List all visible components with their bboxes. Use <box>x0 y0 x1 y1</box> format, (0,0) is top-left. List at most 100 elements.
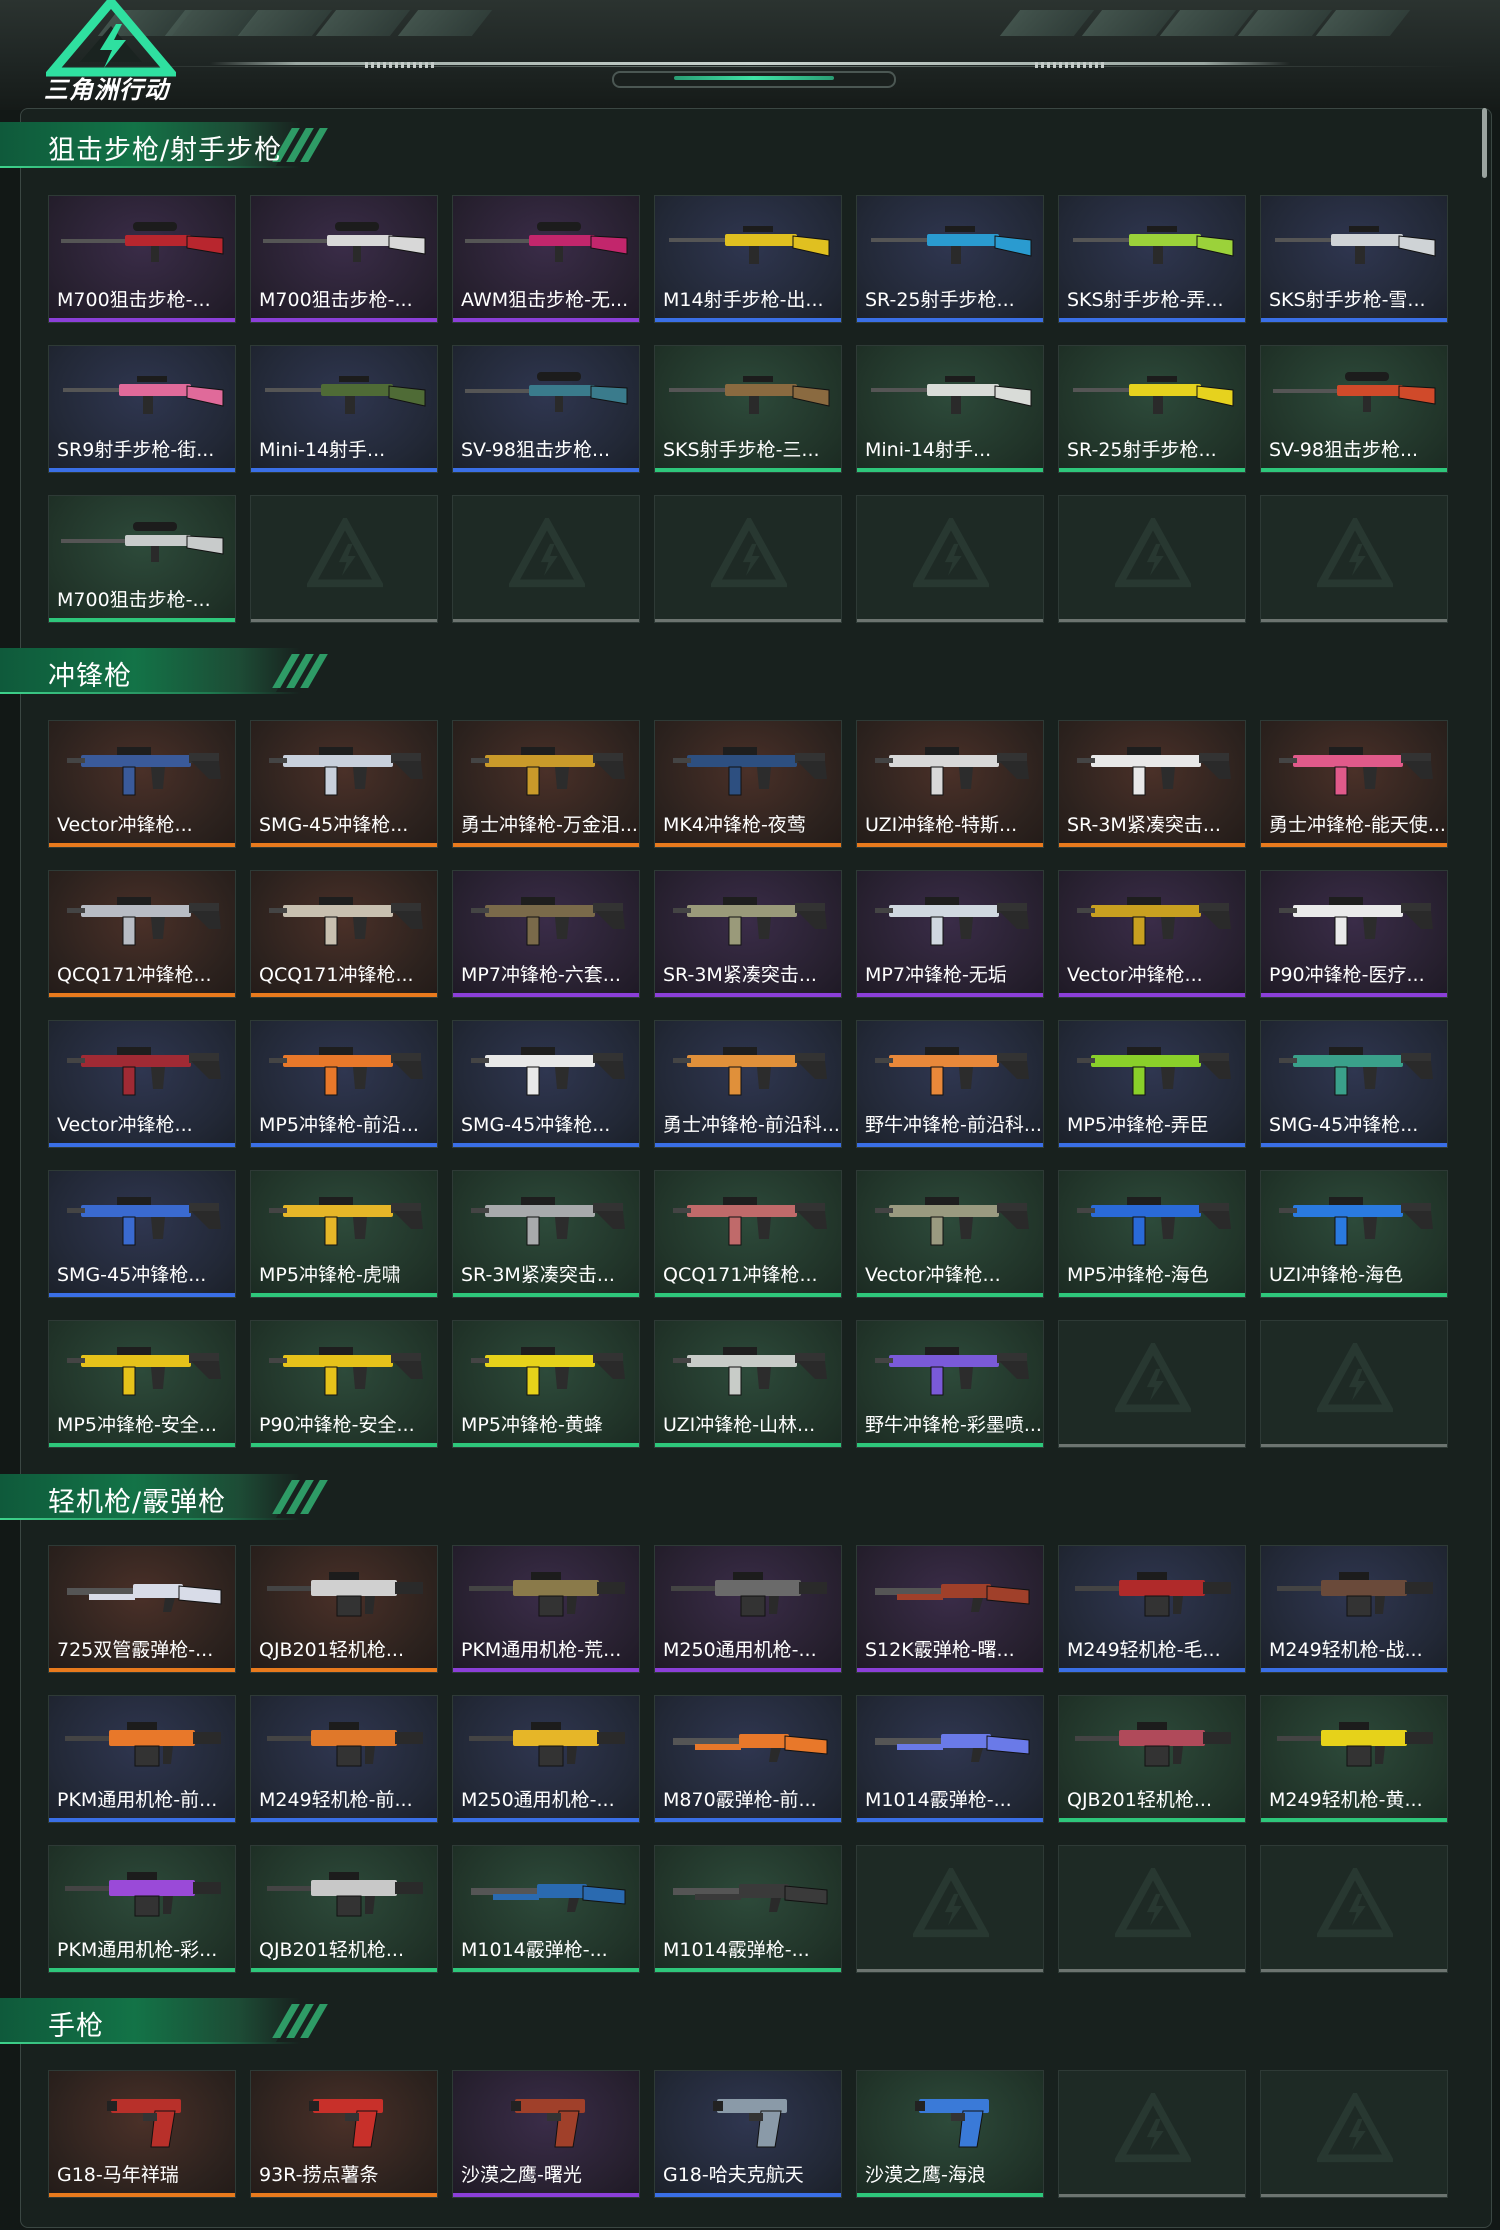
rarity-bar <box>655 1143 841 1147</box>
weapon-skin-card[interactable]: M250通用机枪-... <box>452 1695 640 1823</box>
weapon-skin-card[interactable]: SR-25射手步枪... <box>856 195 1044 323</box>
weapon-skin-card[interactable]: 勇士冲锋枪-能天使... <box>1260 720 1448 848</box>
weapon-skin-card[interactable]: MP5冲锋枪-安全... <box>48 1320 236 1448</box>
weapon-skin-card[interactable]: AWM狙击步枪-无... <box>452 195 640 323</box>
weapon-skin-card[interactable]: G18-马年祥瑞 <box>48 2070 236 2198</box>
weapon-skin-card[interactable]: Vector冲锋枪... <box>856 1170 1044 1298</box>
rarity-bar <box>655 2193 841 2197</box>
weapon-skin-card[interactable]: M1014霰弹枪-... <box>452 1845 640 1973</box>
marksman-rifle-icon <box>1275 226 1436 264</box>
weapon-skin-card[interactable]: QJB201轻机枪... <box>250 1845 438 1973</box>
weapon-skin-card[interactable]: SMG-45冲锋枪... <box>48 1170 236 1298</box>
rarity-bar <box>49 1818 235 1822</box>
weapon-skin-card[interactable]: 勇士冲锋枪-万金泪... <box>452 720 640 848</box>
weapon-skin-card[interactable]: Vector冲锋枪... <box>1058 870 1246 998</box>
weapon-skin-card[interactable]: PKM通用机枪-彩... <box>48 1845 236 1973</box>
weapon-skin-card[interactable]: QJB201轻机枪... <box>250 1545 438 1673</box>
weapon-skin-card[interactable]: Vector冲锋枪... <box>48 720 236 848</box>
weapon-skin-card[interactable]: SR9射手步枪-街... <box>48 345 236 473</box>
rarity-bar <box>655 1968 841 1972</box>
weapon-skin-name: SMG-45冲锋枪... <box>461 1114 611 1136</box>
weapon-skin-card[interactable]: S12K霰弹枪-曙... <box>856 1545 1044 1673</box>
weapon-skin-card[interactable]: M700狙击步枪-... <box>250 195 438 323</box>
weapon-skin-card[interactable]: M249轻机枪-毛... <box>1058 1545 1246 1673</box>
weapon-skin-name: PKM通用机枪-荒... <box>461 1639 622 1661</box>
weapon-skin-card[interactable]: 野牛冲锋枪-彩墨喷... <box>856 1320 1044 1448</box>
weapon-skin-card[interactable]: 725双管霰弹枪-... <box>48 1545 236 1673</box>
weapon-skin-card[interactable]: MP5冲锋枪-弄臣 <box>1058 1020 1246 1148</box>
weapon-skin-name: MP5冲锋枪-安全... <box>57 1414 217 1436</box>
weapon-skin-card[interactable]: 93R-捞点薯条 <box>250 2070 438 2198</box>
weapon-skin-name: M1014霰弹枪-... <box>663 1939 810 1961</box>
weapon-skin-card[interactable]: MP7冲锋枪-无垢 <box>856 870 1044 998</box>
sniper-rifle-icon <box>465 372 628 412</box>
weapon-skin-card[interactable]: M14射手步枪-出... <box>654 195 842 323</box>
weapon-skin-card[interactable]: 勇士冲锋枪-前沿科... <box>654 1020 842 1148</box>
weapon-skin-card[interactable]: M870霰弹枪-前... <box>654 1695 842 1823</box>
weapon-skin-card[interactable]: M249轻机枪-战... <box>1260 1545 1448 1673</box>
weapon-skin-card[interactable]: MK4冲锋枪-夜莺 <box>654 720 842 848</box>
smg-icon <box>1279 747 1433 796</box>
weapon-skin-card[interactable]: P90冲锋枪-医疗... <box>1260 870 1448 998</box>
rarity-bar <box>655 619 841 622</box>
weapon-skin-card[interactable]: SR-25射手步枪... <box>1058 345 1246 473</box>
weapon-skin-card[interactable]: SR-3M紧凑突击... <box>452 1170 640 1298</box>
weapon-skin-card[interactable]: SKS射手步枪-雪... <box>1260 195 1448 323</box>
weapon-skin-card[interactable]: M1014霰弹枪-... <box>654 1845 842 1973</box>
weapon-skin-card[interactable]: M1014霰弹枪-... <box>856 1695 1044 1823</box>
weapon-skin-card[interactable]: 沙漠之鹰-曙光 <box>452 2070 640 2198</box>
weapon-skin-card[interactable]: M249轻机枪-黄... <box>1260 1695 1448 1823</box>
weapon-skin-name: PKM通用机枪-彩... <box>57 1939 218 1961</box>
weapon-skin-name: MP5冲锋枪-前沿... <box>259 1114 419 1136</box>
weapon-skin-card[interactable]: M250通用机枪-... <box>654 1545 842 1673</box>
scrollbar-thumb[interactable] <box>1482 108 1487 178</box>
weapon-skin-card[interactable]: MP5冲锋枪-虎啸 <box>250 1170 438 1298</box>
weapon-skin-card[interactable]: QJB201轻机枪... <box>1058 1695 1246 1823</box>
weapon-skin-card[interactable]: M700狙击步枪-... <box>48 195 236 323</box>
weapon-skin-card[interactable]: MP5冲锋枪-黄蜂 <box>452 1320 640 1448</box>
weapon-skin-card[interactable]: SV-98狙击步枪... <box>1260 345 1448 473</box>
weapon-skin-card[interactable]: PKM通用机枪-前... <box>48 1695 236 1823</box>
weapon-skin-card[interactable]: SKS射手步枪-弄... <box>1058 195 1246 323</box>
weapon-skin-name: UZI冲锋枪-海色 <box>1269 1264 1404 1286</box>
weapon-skin-card[interactable]: SMG-45冲锋枪... <box>1260 1020 1448 1148</box>
pistol-icon <box>915 2099 989 2148</box>
rarity-bar <box>1059 2194 1245 2197</box>
weapon-skin-card[interactable]: SR-3M紧凑突击... <box>654 870 842 998</box>
weapon-skin-card[interactable]: M700狙击步枪-... <box>48 495 236 623</box>
weapon-skin-card[interactable]: QCQ171冲锋枪... <box>250 870 438 998</box>
weapon-skin-card[interactable]: G18-哈夫克航天 <box>654 2070 842 2198</box>
section-header: 冲锋枪 <box>0 648 330 696</box>
placeholder-logo-icon <box>1317 518 1393 588</box>
weapon-skin-name: Vector冲锋枪... <box>865 1264 1001 1286</box>
placeholder-logo-icon <box>1115 2093 1191 2163</box>
weapon-skin-card[interactable]: UZI冲锋枪-山林... <box>654 1320 842 1448</box>
weapon-skin-name: MP5冲锋枪-弄臣 <box>1067 1114 1209 1136</box>
weapon-skin-card[interactable]: P90冲锋枪-安全... <box>250 1320 438 1448</box>
weapon-skin-card[interactable]: M249轻机枪-前... <box>250 1695 438 1823</box>
weapon-skin-card[interactable]: UZI冲锋枪-特斯... <box>856 720 1044 848</box>
weapon-skin-card[interactable]: Vector冲锋枪... <box>48 1020 236 1148</box>
weapon-skin-card[interactable]: 野牛冲锋枪-前沿科... <box>856 1020 1044 1148</box>
weapon-skin-card[interactable]: SKS射手步枪-三... <box>654 345 842 473</box>
rarity-bar <box>1059 1444 1245 1447</box>
weapon-skin-card[interactable]: SMG-45冲锋枪... <box>250 720 438 848</box>
shotgun-icon <box>875 1584 1030 1612</box>
weapon-skin-card[interactable]: QCQ171冲锋枪... <box>654 1170 842 1298</box>
weapon-skin-card[interactable]: PKM通用机枪-荒... <box>452 1545 640 1673</box>
smg-icon <box>1279 1197 1433 1246</box>
weapon-skin-card[interactable]: SMG-45冲锋枪... <box>452 1020 640 1148</box>
shotgun-icon <box>875 1734 1030 1762</box>
weapon-skin-card[interactable]: SR-3M紧凑突击... <box>1058 720 1246 848</box>
weapon-skin-card[interactable]: QCQ171冲锋枪... <box>48 870 236 998</box>
weapon-skin-card[interactable]: 沙漠之鹰-海浪 <box>856 2070 1044 2198</box>
weapon-skin-card[interactable]: UZI冲锋枪-海色 <box>1260 1170 1448 1298</box>
weapon-skin-card[interactable]: Mini-14射手... <box>250 345 438 473</box>
rarity-bar <box>453 468 639 472</box>
weapon-skin-card[interactable]: MP5冲锋枪-海色 <box>1058 1170 1246 1298</box>
weapon-skin-card[interactable]: SV-98狙击步枪... <box>452 345 640 473</box>
smg-icon <box>471 897 625 946</box>
weapon-skin-card[interactable]: MP5冲锋枪-前沿... <box>250 1020 438 1148</box>
weapon-skin-card[interactable]: MP7冲锋枪-六套... <box>452 870 640 998</box>
weapon-skin-card[interactable]: Mini-14射手... <box>856 345 1044 473</box>
